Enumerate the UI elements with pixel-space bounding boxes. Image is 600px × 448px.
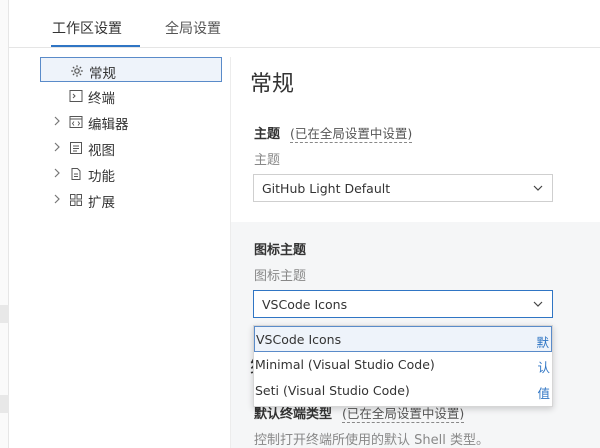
icon-theme-dropdown: VSCode Icons 默 Minimal (Visual Studio Co… xyxy=(253,325,553,407)
theme-description: 主题 xyxy=(254,153,281,168)
theme-label-text: 主题 xyxy=(254,127,281,142)
tree-item-label: 常规 xyxy=(89,66,116,82)
chevron-down-icon xyxy=(533,301,543,307)
dropdown-option-vscode-icons[interactable]: VSCode Icons 默 xyxy=(254,326,552,352)
tree-item-label: 终端 xyxy=(88,91,115,107)
icon-theme-setting-label: 图标主题 xyxy=(254,239,306,258)
option-default-text: 值 xyxy=(537,386,550,401)
icon-theme-select-value: VSCode Icons xyxy=(262,297,348,312)
file-icon xyxy=(71,168,81,180)
dropdown-option-minimal[interactable]: Minimal (Visual Studio Code) 认 xyxy=(254,352,552,378)
page-title: 常规 xyxy=(250,72,295,97)
terminal-type-description: 控制打开终端所使用的默认 Shell 类型。 xyxy=(254,433,489,448)
terminal-icon xyxy=(69,90,83,102)
chevron-right-icon[interactable] xyxy=(52,141,62,153)
option-default-text: 默 xyxy=(536,335,549,350)
option-default-text: 认 xyxy=(537,360,550,375)
gear-icon xyxy=(71,65,83,77)
tree-item-view[interactable]: 视图 xyxy=(40,135,222,160)
chevron-down-icon xyxy=(533,185,543,191)
tab-global-settings[interactable]: 全局设置 xyxy=(165,18,221,38)
theme-select-value: GitHub Light Default xyxy=(262,181,391,196)
chevron-right-icon[interactable] xyxy=(52,167,62,179)
tree-item-general[interactable]: 常规 xyxy=(40,57,222,82)
code-window-icon xyxy=(69,116,83,128)
tab-workspace-settings[interactable]: 工作区设置 xyxy=(52,18,122,38)
icon-theme-label-text: 图标主题 xyxy=(254,243,307,258)
tree-item-label: 扩展 xyxy=(88,195,115,211)
option-label: Minimal (Visual Studio Code) xyxy=(255,357,435,372)
tree-item-label: 功能 xyxy=(88,169,115,185)
dropdown-option-seti[interactable]: Seti (Visual Studio Code) 值 xyxy=(254,378,552,404)
tree-item-features[interactable]: 功能 xyxy=(40,161,222,186)
global-set-note[interactable]: (已在全局设置中设置) xyxy=(290,126,413,143)
terminal-type-label-text: 默认终端类型 xyxy=(254,407,333,422)
left-activity-strip xyxy=(0,0,9,448)
tree-item-editor[interactable]: 编辑器 xyxy=(40,109,222,134)
chevron-right-icon[interactable] xyxy=(52,193,62,205)
tree-item-label: 视图 xyxy=(88,143,115,159)
chevron-right-icon[interactable] xyxy=(52,115,62,127)
settings-tabs: 工作区设置 全局设置 xyxy=(9,0,600,48)
option-label: Seti (Visual Studio Code) xyxy=(255,383,410,398)
theme-select[interactable]: GitHub Light Default xyxy=(253,174,553,202)
global-set-note[interactable]: (已在全局设置中设置) xyxy=(342,406,465,423)
extensions-icon xyxy=(70,194,82,206)
strip-marker xyxy=(0,305,9,323)
option-label: VSCode Icons xyxy=(256,332,342,347)
icon-theme-description: 图标主题 xyxy=(254,269,307,284)
view-icon xyxy=(70,142,82,154)
tree-item-extensions[interactable]: 扩展 xyxy=(40,187,222,212)
tree-item-label: 编辑器 xyxy=(88,117,129,133)
tree-item-terminal[interactable]: 终端 xyxy=(40,83,222,108)
theme-setting-label: 主题 (已在全局设置中设置) xyxy=(254,123,413,143)
active-tab-indicator xyxy=(51,45,140,47)
strip-marker xyxy=(0,395,9,413)
icon-theme-select[interactable]: VSCode Icons xyxy=(253,290,553,318)
